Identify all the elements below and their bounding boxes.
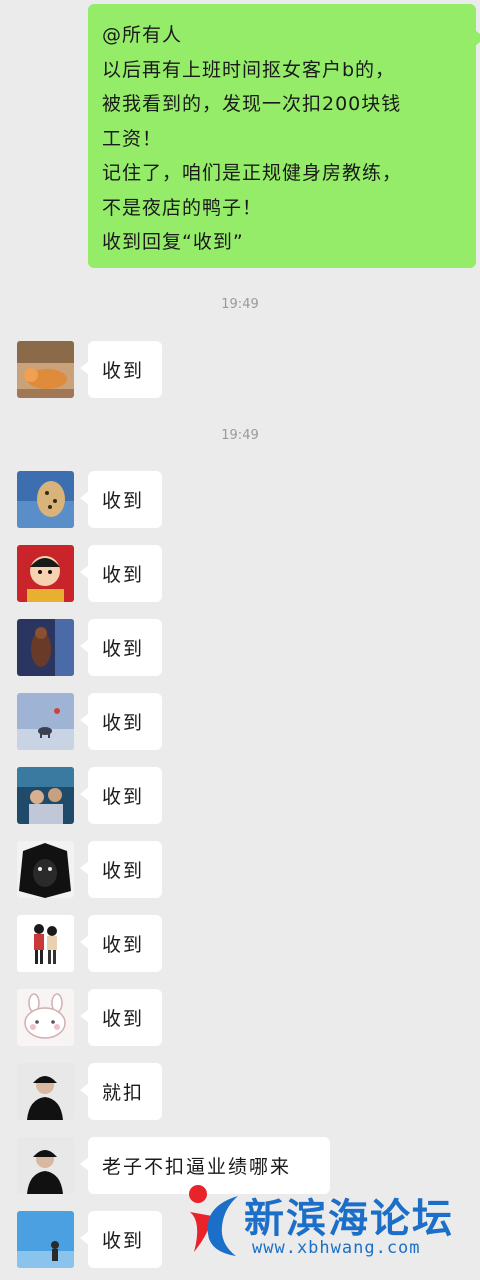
message-bubble[interactable]: 收到 (80, 989, 162, 1046)
message-row: 收到 (0, 915, 480, 975)
chat-area[interactable]: @所有人 以后再有上班时间抠女客户b的， 被我看到的，发现一次扣200块钱 工资… (0, 0, 480, 1280)
elephant-sky-avatar[interactable] (17, 693, 74, 750)
blue-sky-avatar[interactable] (17, 1211, 74, 1268)
cheetah-avatar[interactable] (17, 471, 74, 528)
group-photo-avatar[interactable] (17, 767, 74, 824)
couple-avatar[interactable] (17, 915, 74, 972)
message-bubble[interactable]: 收到 (80, 1211, 162, 1268)
message-row: 收到 (0, 767, 480, 827)
manga-face-avatar[interactable] (17, 841, 74, 898)
message-row: 收到 (0, 545, 480, 605)
message-line: 被我看到的，发现一次扣200块钱 (102, 93, 402, 115)
message-bubble[interactable]: 收到 (80, 619, 162, 676)
message-row: 收到 (0, 693, 480, 753)
message-line: @所有人 (102, 24, 183, 46)
message-line: 工资！ (102, 127, 163, 150)
message-line: 以后再有上班时间抠女客户b的， (102, 58, 396, 81)
message-row: 收到 (0, 471, 480, 531)
message-bubble[interactable]: 收到 (80, 915, 162, 972)
message-bubble[interactable]: 收到 (80, 767, 162, 824)
message-bubble[interactable]: 收到 (80, 471, 162, 528)
message-row: 收到 (0, 619, 480, 679)
timestamp: 19:49 (221, 297, 259, 312)
message-line: 记住了，咱们是正规健身房教练， (102, 162, 403, 184)
timestamp: 19:49 (221, 428, 259, 443)
message-row: 收到 (0, 989, 480, 1049)
man-cap-avatar[interactable] (17, 1137, 74, 1194)
message-bubble[interactable]: 收到 (80, 693, 162, 750)
message-bubble[interactable]: 收到 (80, 841, 162, 898)
message-bubble[interactable]: 收到 (80, 341, 162, 398)
dark-photo-avatar[interactable] (17, 619, 74, 676)
message-line: 收到回复“收到” (102, 231, 244, 253)
message-row: 就扣 (0, 1063, 480, 1123)
cat-avatar[interactable] (17, 341, 74, 398)
man-cap-avatar[interactable] (17, 1063, 74, 1120)
watermark: 新滨海论坛 www.xbhwang.com (180, 1176, 480, 1280)
message-row: 收到 (0, 341, 480, 401)
message-row: 收到 (0, 841, 480, 901)
sent-message-bubble[interactable]: @所有人 以后再有上班时间抠女客户b的， 被我看到的，发现一次扣200块钱 工资… (88, 4, 480, 268)
message-bubble[interactable]: 就扣 (80, 1063, 162, 1120)
message-line: 不是夜店的鸭子！ (102, 196, 263, 219)
message-bubble[interactable]: 收到 (80, 545, 162, 602)
rabbit-avatar[interactable] (17, 989, 74, 1046)
watermark-url: www.xbhwang.com (252, 1238, 421, 1258)
forum-logo-icon (189, 1185, 238, 1256)
watermark-title: 新滨海论坛 (244, 1196, 454, 1242)
cartoon-boy-avatar[interactable] (17, 545, 74, 602)
